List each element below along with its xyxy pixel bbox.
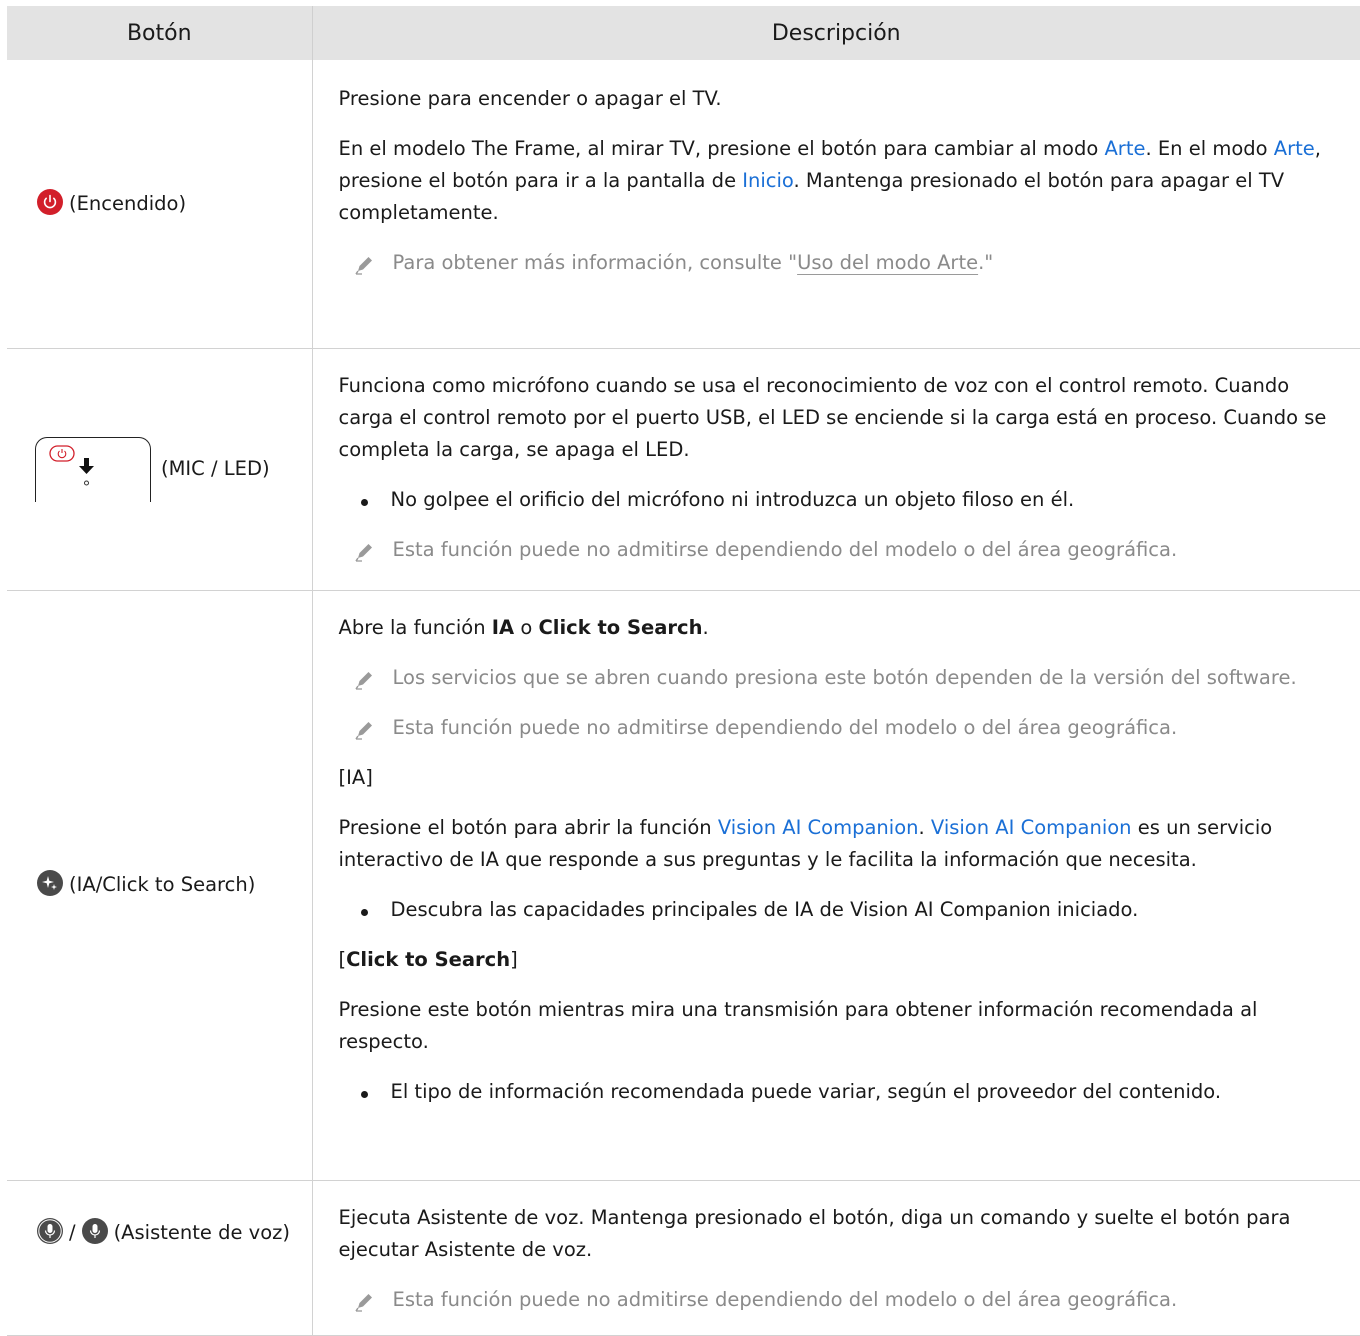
bold-text: Click to Search xyxy=(346,947,511,971)
description-cell: Funciona como micrófono cuando se usa el… xyxy=(312,348,1360,591)
bold-text: Click to Search xyxy=(538,615,703,639)
text: ." xyxy=(978,251,994,274)
text: o xyxy=(514,615,539,639)
paragraph: Presione el botón para abrir la función … xyxy=(339,803,1343,885)
bold-text: IA xyxy=(491,615,515,639)
note: Esta función puede no admitirse dependie… xyxy=(339,703,1343,753)
bullet-dot xyxy=(360,908,368,916)
power-button-icon xyxy=(37,188,63,215)
bullet-item: No golpee el orificio del micrófono ni i… xyxy=(339,475,1343,525)
page: Botón Descripción (Encendido) Presione p… xyxy=(0,0,1360,1336)
text: Los servicios que se abren cuando presio… xyxy=(392,665,1297,689)
link-uso-modo-arte[interactable]: Uso del modo Arte xyxy=(797,251,978,274)
pencil-icon xyxy=(354,1293,372,1312)
header-descripcion: Descripción xyxy=(312,6,1360,60)
pencil-icon xyxy=(354,543,372,562)
link-inicio[interactable]: Inicio xyxy=(742,169,793,192)
paragraph: Funciona como micrófono cuando se usa el… xyxy=(338,373,1327,461)
paragraph: Presione este botón mientras mira una tr… xyxy=(338,997,1258,1053)
note: Los servicios que se abren cuando presio… xyxy=(339,653,1343,703)
link-arte[interactable]: Arte xyxy=(1104,137,1145,160)
header-boton: Botón xyxy=(7,6,313,60)
table-row: (IA/Click to Search) Abre la función IA … xyxy=(7,590,1360,1181)
text: . xyxy=(918,815,931,839)
description-cell: Presione para encender o apagar el TV. E… xyxy=(312,60,1360,349)
text: Esta función puede no admitirse dependie… xyxy=(392,537,1178,561)
note: Para obtener más información, consulte "… xyxy=(339,238,1343,288)
button-cell: (MIC / LED) xyxy=(7,348,313,591)
button-label: (Encendido) xyxy=(69,191,187,215)
text: Abre la función xyxy=(338,615,492,639)
text: Presione el botón para abrir la función xyxy=(338,815,718,839)
text: . En el modo xyxy=(1145,137,1274,160)
voice-assistant-icon xyxy=(81,1218,108,1244)
button-label: (Asistente de voz) xyxy=(113,1220,290,1244)
note: Esta función puede no admitirse dependie… xyxy=(339,525,1343,575)
table-row: (Encendido) Presione para encender o apa… xyxy=(7,60,1360,349)
bullet-item: El tipo de información recomendada puede… xyxy=(339,1067,1343,1117)
link-arte[interactable]: Arte xyxy=(1274,137,1315,160)
description-cell: Abre la función IA o Click to Search. Lo… xyxy=(312,590,1360,1181)
text: En el modelo The Frame, al mirar TV, pre… xyxy=(338,137,1105,160)
pencil-icon xyxy=(354,721,372,740)
bullet-item: Descubra las capacidades principales de … xyxy=(339,885,1343,935)
text: . xyxy=(702,615,709,639)
text: No golpee el orificio del micrófono ni i… xyxy=(390,487,1075,511)
ai-sparkle-icon xyxy=(37,870,63,896)
remote-buttons-table: Botón Descripción (Encendido) Presione p… xyxy=(7,6,1360,1336)
button-cell: (IA/Click to Search) xyxy=(7,590,313,1181)
paragraph: En el modelo The Frame, al mirar TV, pre… xyxy=(339,124,1343,238)
text: ] xyxy=(510,947,518,971)
table-row: (MIC / LED) Funciona como micrófono cuan… xyxy=(7,348,1360,591)
table-row: / (Asistente de voz) Ejecuta Asistente d… xyxy=(7,1180,1360,1336)
button-label: (MIC / LED) xyxy=(161,457,270,480)
section-heading-click-to-search: [Click to Search] xyxy=(339,935,1343,985)
link-vision-ai-companion[interactable]: Vision AI Companion xyxy=(718,816,919,839)
text: Esta función puede no admitirse dependie… xyxy=(392,715,1178,739)
pencil-icon xyxy=(354,671,372,690)
voice-assistant-outline-icon xyxy=(37,1218,63,1244)
text: Descubra las capacidades principales de … xyxy=(390,897,1139,921)
button-cell: (Encendido) xyxy=(7,60,313,349)
link-vision-ai-companion[interactable]: Vision AI Companion xyxy=(931,816,1132,839)
text: Esta función puede no admitirse dependie… xyxy=(392,1287,1178,1311)
paragraph: Abre la función IA o Click to Search. xyxy=(339,603,1343,653)
text: El tipo de información recomendada puede… xyxy=(390,1079,1222,1103)
table-header-row: Botón Descripción xyxy=(7,6,1360,60)
bullet-dot xyxy=(360,1090,368,1098)
button-label: (IA/Click to Search) xyxy=(69,873,256,896)
remote-top-illustration xyxy=(35,436,151,502)
paragraph: Presione para encender o apagar el TV. xyxy=(338,87,722,110)
pencil-icon xyxy=(354,257,372,275)
text: Para obtener más información, consulte " xyxy=(392,251,798,274)
button-cell: / (Asistente de voz) xyxy=(7,1180,313,1336)
description-cell: Ejecuta Asistente de voz. Mantenga presi… xyxy=(312,1180,1360,1336)
bullet-dot xyxy=(360,498,368,506)
note: Esta función puede no admitirse dependie… xyxy=(339,1275,1343,1325)
text: [ xyxy=(338,947,347,971)
section-heading-ia: [IA] xyxy=(338,765,373,789)
separator: / xyxy=(69,1220,76,1244)
paragraph: Ejecuta Asistente de voz. Mantenga presi… xyxy=(338,1205,1291,1261)
